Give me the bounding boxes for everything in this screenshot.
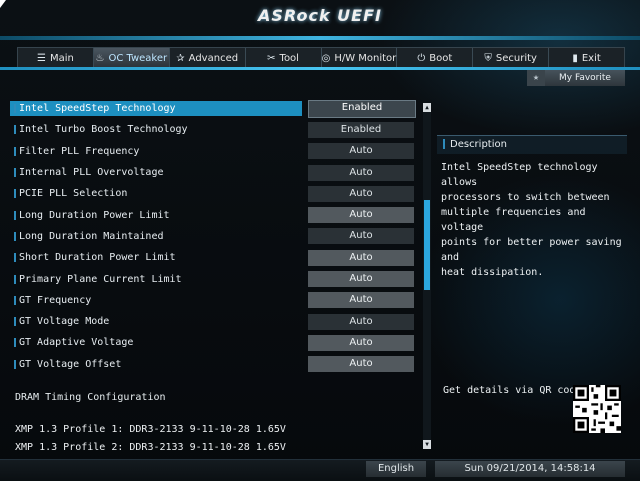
date-time-display[interactable]: Sun 09/21/2014, 14:58:14 <box>435 461 625 477</box>
tab-label: Boot <box>429 52 453 64</box>
app-title: ASRock UEFI <box>258 6 382 25</box>
setting-value-dropdown[interactable]: Auto <box>308 292 414 309</box>
tab-advanced[interactable]: ✰ Advanced <box>170 48 246 68</box>
xmp-profiles: XMP 1.3 Profile 1: DDR3-2133 9-11-10-28 … <box>15 424 286 460</box>
description-text: Intel SpeedStep technology allows proces… <box>441 162 622 278</box>
setting-label: Intel SpeedStep Technology <box>10 101 302 117</box>
tab-exit[interactable]: ▮ Exit <box>549 48 624 68</box>
wrench-icon: ✂ <box>267 52 276 64</box>
flame-icon: ♨ <box>95 52 105 64</box>
qr-label: Get details via QR code <box>443 385 582 396</box>
setting-label: Filter PLL Frequency <box>10 144 302 159</box>
setting-row[interactable]: Long Duration Maintained Auto <box>10 226 420 247</box>
setting-row[interactable]: Intel SpeedStep Technology Enabled <box>10 98 420 119</box>
setting-label: Long Duration Maintained <box>10 229 302 244</box>
setting-row[interactable]: PCIE PLL Selection Auto <box>10 183 420 204</box>
setting-label: GT Voltage Offset <box>10 357 302 372</box>
tab-h-w-monitor[interactable]: ◎ H/W Monitor <box>322 48 398 68</box>
shield-icon: ⛨ <box>484 52 492 64</box>
tab-label: OC Tweaker <box>108 52 168 64</box>
setting-label: Long Duration Power Limit <box>10 208 302 223</box>
setting-row[interactable]: GT Frequency Auto <box>10 290 420 311</box>
setting-value-dropdown[interactable]: Enabled <box>308 99 416 118</box>
setting-row[interactable]: Primary Plane Current Limit Auto <box>10 268 420 289</box>
tab-label: Tool <box>279 52 299 64</box>
settings-list: Intel SpeedStep Technology Enabled Intel T… <box>10 98 420 375</box>
setting-value-dropdown[interactable]: Auto <box>308 249 414 266</box>
setting-row[interactable]: Intel Turbo Boost Technology Enabled <box>10 119 420 140</box>
list-icon: ☰ <box>37 52 46 64</box>
tab-main[interactable]: ☰ Main <box>18 48 94 68</box>
setting-label: GT Frequency <box>10 293 302 308</box>
tab-tool[interactable]: ✂ Tool <box>246 48 322 68</box>
setting-value-dropdown[interactable]: Auto <box>308 185 414 202</box>
setting-label: Internal PLL Overvoltage <box>10 165 302 180</box>
setting-value-dropdown[interactable]: Auto <box>308 228 414 245</box>
setting-row[interactable]: Internal PLL Overvoltage Auto <box>10 162 420 183</box>
tab-label: Exit <box>581 52 601 64</box>
xmp-profile-1: XMP 1.3 Profile 1: DDR3-2133 9-11-10-28 … <box>15 424 286 435</box>
power-icon: ⏻ <box>417 52 426 64</box>
tab-label: Main <box>49 52 74 64</box>
setting-row[interactable]: GT Voltage Offset Auto <box>10 354 420 375</box>
star-icon: ✰ <box>176 52 185 64</box>
setting-value-dropdown[interactable]: Auto <box>308 334 414 351</box>
setting-value-dropdown[interactable]: Auto <box>308 164 414 181</box>
scroll-up-arrow-icon[interactable]: ▲ <box>423 103 431 112</box>
setting-label: PCIE PLL Selection <box>10 186 302 201</box>
monitor-icon: ◎ <box>321 52 331 64</box>
tab-label: Security <box>495 52 537 64</box>
setting-label: Primary Plane Current Limit <box>10 272 302 287</box>
header-divider <box>0 36 640 40</box>
setting-value-dropdown[interactable]: Auto <box>308 356 414 373</box>
star-icon[interactable]: ★ <box>527 70 545 86</box>
tab-security[interactable]: ⛨ Security <box>473 48 550 68</box>
setting-value-dropdown[interactable]: Enabled <box>308 121 414 138</box>
setting-label: Short Duration Power Limit <box>10 250 302 265</box>
my-favorite-button[interactable]: My Favorite <box>545 70 625 86</box>
tab-label: Advanced <box>188 52 239 64</box>
setting-row[interactable]: Short Duration Power Limit Auto <box>10 247 420 268</box>
setting-row[interactable]: GT Voltage Mode Auto <box>10 311 420 332</box>
scroll-down-arrow-icon[interactable]: ▼ <box>423 440 431 449</box>
setting-value-dropdown[interactable]: Auto <box>308 313 414 330</box>
setting-value-dropdown[interactable]: Auto <box>308 143 414 160</box>
exit-icon: ▮ <box>572 52 578 64</box>
dram-timing-config-link[interactable]: DRAM Timing Configuration <box>15 392 166 403</box>
xmp-profile-2: XMP 1.3 Profile 2: DDR3-2133 9-11-10-28 … <box>15 442 286 453</box>
setting-value-dropdown[interactable]: Auto <box>308 271 414 288</box>
setting-value-dropdown[interactable]: Auto <box>308 207 414 224</box>
language-button[interactable]: English <box>366 461 426 477</box>
setting-label: Intel Turbo Boost Technology <box>10 122 302 137</box>
qr-code-icon <box>573 385 621 433</box>
tab-boot[interactable]: ⏻ Boot <box>397 48 474 68</box>
watermark <box>15 452 24 476</box>
main-tab-bar: ☰ Main ♨ OC Tweaker ✰ Advanced ✂ Tool ◎ H/W Monit… <box>17 47 625 69</box>
tab-oc-tweaker[interactable]: ♨ OC Tweaker <box>93 48 170 68</box>
description-heading: Description <box>437 135 627 154</box>
setting-label: GT Adaptive Voltage <box>10 335 302 350</box>
setting-label: GT Voltage Mode <box>10 314 302 329</box>
setting-row[interactable]: GT Adaptive Voltage Auto <box>10 332 420 353</box>
setting-row[interactable]: Long Duration Power Limit Auto <box>10 204 420 225</box>
scrollbar-thumb[interactable] <box>424 200 430 290</box>
tab-label: H/W Monitor <box>334 52 397 64</box>
setting-row[interactable]: Filter PLL Frequency Auto <box>10 141 420 162</box>
